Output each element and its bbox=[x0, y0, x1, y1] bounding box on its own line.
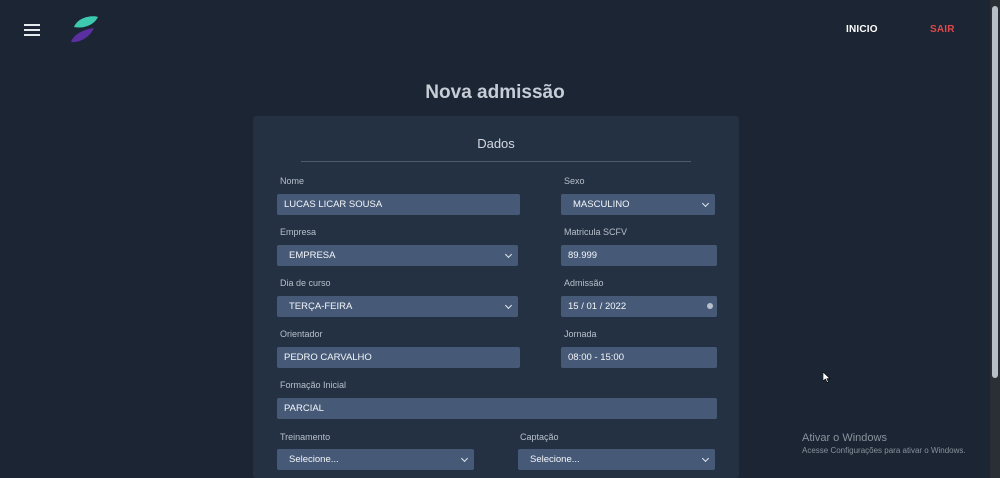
formacao-label: Formação Inicial bbox=[280, 380, 347, 390]
section-title: Dados bbox=[477, 136, 515, 151]
matricula-input[interactable]: 89.999 bbox=[561, 245, 717, 266]
jornada-label: Jornada bbox=[564, 329, 597, 339]
treinamento-label: Treinamento bbox=[280, 432, 331, 442]
nome-input[interactable]: LUCAS LICAR SOUSA bbox=[277, 194, 520, 215]
calendar-icon[interactable] bbox=[707, 303, 713, 309]
watermark-title: Ativar o Windows bbox=[802, 432, 887, 444]
jornada-input[interactable]: 08:00 - 15:00 bbox=[561, 347, 717, 368]
mouse-cursor-icon bbox=[823, 372, 831, 383]
matricula-label: Matricula SCFV bbox=[564, 227, 628, 237]
empresa-label: Empresa bbox=[280, 227, 317, 237]
watermark-subtitle: Acesse Configurações para ativar o Windo… bbox=[802, 446, 966, 455]
page-title: Nova admissão bbox=[425, 82, 565, 103]
nome-label: Nome bbox=[280, 176, 305, 186]
app-logo[interactable] bbox=[68, 15, 100, 45]
nav-sair-link[interactable]: SAIR bbox=[930, 24, 955, 35]
hamburger-menu-icon[interactable] bbox=[24, 24, 40, 36]
nav-inicio-link[interactable]: INICIO bbox=[846, 24, 878, 35]
admissao-label: Admissão bbox=[564, 278, 604, 288]
orientador-input[interactable]: PEDRO CARVALHO bbox=[277, 347, 520, 368]
vertical-scrollbar[interactable] bbox=[990, 0, 1000, 478]
section-divider bbox=[301, 161, 691, 162]
treinamento-select[interactable]: Selecione... bbox=[277, 449, 474, 470]
admission-form-card: Dados Nome LUCAS LICAR SOUSA Sexo MASCUL… bbox=[253, 116, 739, 478]
top-navbar: INICIO SAIR bbox=[0, 0, 990, 60]
formacao-input[interactable]: PARCIAL bbox=[277, 398, 717, 419]
admissao-date-value: 15 / 01 / 2022 bbox=[568, 301, 627, 312]
captacao-label: Captação bbox=[520, 432, 559, 442]
scrollbar-thumb[interactable] bbox=[992, 6, 998, 378]
empresa-select[interactable]: EMPRESA bbox=[277, 245, 518, 266]
captacao-select[interactable]: Selecione... bbox=[518, 449, 715, 470]
sexo-label: Sexo bbox=[564, 176, 585, 186]
sexo-select[interactable]: MASCULINO bbox=[561, 194, 715, 215]
dia-curso-select[interactable]: TERÇA-FEIRA bbox=[277, 296, 518, 317]
admissao-date-input[interactable]: 15 / 01 / 2022 bbox=[561, 296, 717, 317]
orientador-label: Orientador bbox=[280, 329, 323, 339]
dia-curso-label: Dia de curso bbox=[280, 278, 331, 288]
windows-activation-watermark: Ativar o Windows Acesse Configurações pa… bbox=[802, 432, 966, 455]
